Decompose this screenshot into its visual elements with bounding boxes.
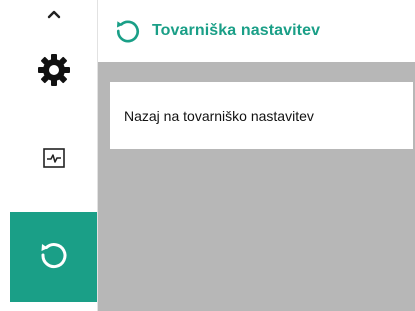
sidebar-item-restore[interactable] — [10, 212, 97, 302]
chevron-up-icon — [47, 6, 61, 24]
menu-item-reset-factory[interactable]: Nazaj na tovarniško nastavitev — [110, 82, 413, 149]
page-header: Tovarniška nastavitev — [98, 0, 415, 62]
app-screen: Tovarniška nastavitev Nazaj na tovarnišk… — [0, 0, 415, 311]
page-title: Tovarniška nastavitev — [152, 22, 321, 39]
main-content: Nazaj na tovarniško nastavitev — [98, 62, 415, 311]
restore-icon — [37, 238, 71, 277]
scroll-up-button[interactable] — [10, 0, 97, 30]
menu-item-label: Nazaj na tovarniško nastavitev — [124, 107, 314, 124]
gear-icon — [37, 53, 71, 92]
sidebar — [0, 0, 98, 311]
sidebar-item-settings[interactable] — [10, 40, 97, 104]
sidebar-footer — [10, 302, 97, 311]
sidebar-item-diagnostics[interactable] — [10, 128, 97, 192]
restore-icon — [112, 15, 144, 47]
pulse-icon — [42, 147, 65, 173]
